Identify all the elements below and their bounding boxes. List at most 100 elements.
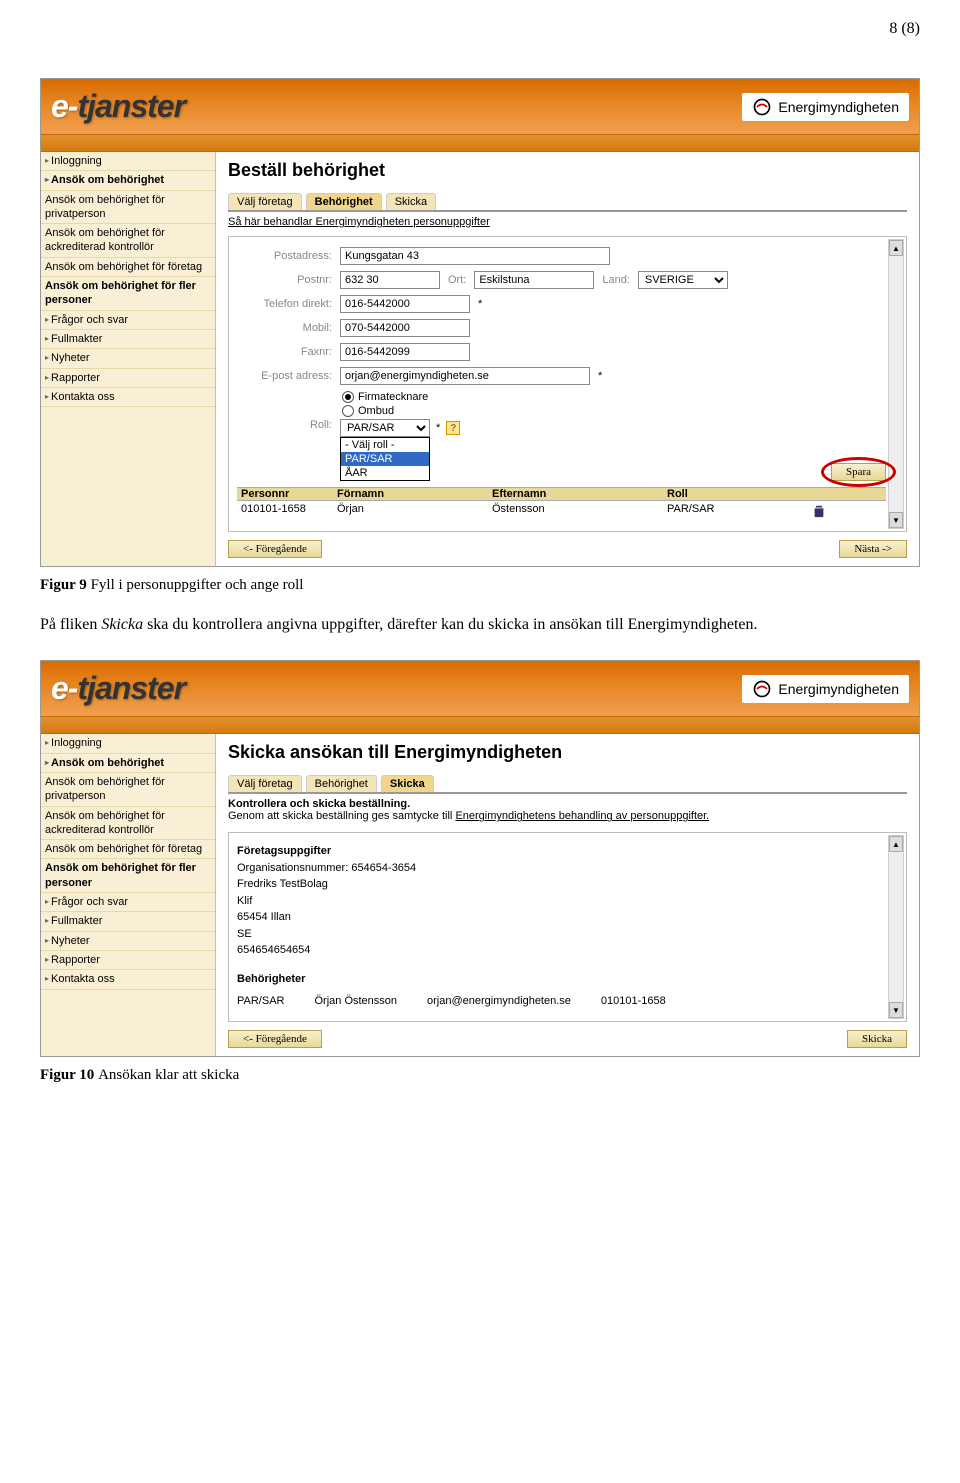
sidebar-item-nyheter[interactable]: ▸Nyheter [41, 349, 215, 368]
tab-skicka[interactable]: Skicka [381, 775, 434, 792]
trash-icon[interactable] [812, 503, 826, 519]
spara-button[interactable]: Spara [831, 463, 886, 481]
sidebar-item-label: Nyheter [51, 934, 90, 948]
orange-divider [41, 134, 919, 152]
telefon-input[interactable] [340, 295, 470, 313]
summary-panel: ▲ ▼ Företagsuppgifter Organisationsnumme… [228, 832, 907, 1022]
postnr-input[interactable] [340, 271, 440, 289]
sidebar-item-inloggning[interactable]: ▸Inloggning [41, 734, 215, 753]
next-button[interactable]: Nästa -> [839, 540, 907, 558]
logo-prefix: e- [51, 88, 77, 124]
radio-firma[interactable] [342, 391, 354, 403]
sidebar-item-inloggning[interactable]: ▸Inloggning [41, 152, 215, 171]
consent-link[interactable]: Energimyndighetens behandling av personu… [455, 810, 709, 822]
scrollbar[interactable]: ▲ ▼ [888, 239, 904, 529]
roll-dropdown[interactable]: - Välj roll - PAR/SAR ÅAR [340, 437, 430, 481]
nav-buttons: <- Föregående Skicka [228, 1030, 907, 1048]
sidebar-item-foretag[interactable]: Ansök om behörighet för företag [41, 840, 215, 859]
postadress-input[interactable] [340, 247, 610, 265]
scroll-down-icon[interactable]: ▼ [889, 1002, 903, 1018]
agency-name: Energimyndigheten [778, 681, 899, 697]
arrow-icon: ▸ [45, 175, 49, 185]
land-select[interactable]: SVERIGE [638, 271, 728, 289]
sidebar-item-full[interactable]: ▸Fullmakter [41, 912, 215, 931]
arrow-icon: ▸ [45, 897, 49, 907]
sidebar-item-label: Inloggning [51, 154, 102, 168]
scrollbar[interactable]: ▲ ▼ [888, 835, 904, 1019]
tab-skicka[interactable]: Skicka [386, 193, 436, 210]
help-icon[interactable]: ? [446, 421, 460, 435]
prev-button[interactable]: <- Föregående [228, 1030, 322, 1048]
sidebar-item-faq[interactable]: ▸Frågor och svar [41, 893, 215, 912]
body-paragraph: På fliken Skicka ska du kontrollera angi… [40, 614, 920, 636]
sidebar-item-ansok[interactable]: ▸Ansök om behörighet [41, 754, 215, 773]
sidebar-item-fler[interactable]: Ansök om behörighet för fler personer [41, 859, 215, 893]
sidebar-item-privat[interactable]: Ansök om behörighet för privatperson [41, 773, 215, 807]
sidebar-item-label: Ansök om behörighet för fler personer [45, 861, 211, 890]
logo: e-tjanster [51, 88, 185, 125]
scroll-up-icon[interactable]: ▲ [889, 836, 903, 852]
sidebar-item-fler[interactable]: Ansök om behörighet för fler personer [41, 277, 215, 311]
tab-valj-foretag[interactable]: Välj företag [228, 193, 302, 210]
page-title: Beställ behörighet [228, 160, 907, 181]
sidebar-item-nyheter[interactable]: ▸Nyheter [41, 932, 215, 951]
sidebar-item-ansok[interactable]: ▸Ansök om behörighet [41, 171, 215, 190]
sidebar: ▸Inloggning ▸Ansök om behörighet Ansök o… [41, 734, 216, 1056]
th-roll: Roll [667, 488, 812, 500]
epost-label: E-post adress: [237, 370, 332, 382]
sidebar-item-full[interactable]: ▸Fullmakter [41, 330, 215, 349]
orange-divider [41, 716, 919, 734]
logo: e-tjanster [51, 670, 185, 707]
agency-badge: Energimyndigheten [742, 93, 909, 121]
top-banner: e-tjanster Energimyndigheten [41, 79, 919, 134]
tab-behorighet[interactable]: Behörighet [306, 775, 377, 792]
sidebar-item-faq[interactable]: ▸Frågor och svar [41, 311, 215, 330]
sidebar-item-kontakt[interactable]: ▸Kontakta oss [41, 970, 215, 989]
caption-text: Fyll i personuppgifter och ange roll [91, 577, 304, 593]
td-roll: PAR/SAR [667, 503, 812, 519]
tab-valj-foretag[interactable]: Välj företag [228, 775, 302, 792]
radio-ombud-label: Ombud [358, 405, 394, 417]
roll-select[interactable]: PAR/SAR [340, 419, 430, 437]
fax-label: Faxnr: [237, 346, 332, 358]
perm-name: Örjan Östensson [314, 993, 397, 1010]
sidebar-item-label: Kontakta oss [51, 390, 115, 404]
caption-prefix: Figur 9 [40, 577, 91, 593]
th-fornamn: Förnamn [337, 488, 492, 500]
logo-suffix: tjanster [77, 670, 185, 706]
fax-input[interactable] [340, 343, 470, 361]
figure-10-caption: Figur 10 Ansökan klar att skicka [40, 1067, 920, 1084]
perm-row: PAR/SAR Örjan Östensson orjan@energimynd… [237, 993, 886, 1010]
privacy-link[interactable]: Så här behandlar Energimyndigheten perso… [228, 216, 907, 228]
sidebar-item-ackr[interactable]: Ansök om behörighet för ackrediterad kon… [41, 807, 215, 841]
sidebar-item-label: Inloggning [51, 736, 102, 750]
arrow-icon: ▸ [45, 156, 49, 166]
scroll-down-icon[interactable]: ▼ [889, 512, 903, 528]
sidebar-item-label: Ansök om behörighet för privatperson [45, 193, 211, 222]
sidebar-item-kontakt[interactable]: ▸Kontakta oss [41, 388, 215, 407]
sidebar-item-rapport[interactable]: ▸Rapporter [41, 951, 215, 970]
tabs: Välj företag Behörighet Skicka [228, 193, 907, 210]
arrow-icon: ▸ [45, 758, 49, 768]
scroll-up-icon[interactable]: ▲ [889, 240, 903, 256]
sidebar-item-foretag[interactable]: Ansök om behörighet för företag [41, 258, 215, 277]
ort-input[interactable] [474, 271, 594, 289]
sidebar-item-label: Ansök om behörighet för fler personer [45, 279, 211, 308]
arrow-icon: ▸ [45, 738, 49, 748]
sidebar-item-rapport[interactable]: ▸Rapporter [41, 369, 215, 388]
sidebar-item-ackr[interactable]: Ansök om behörighet för ackrediterad kon… [41, 224, 215, 258]
roll-option[interactable]: - Välj roll - [341, 438, 429, 452]
radio-ombud[interactable] [342, 405, 354, 417]
roll-option[interactable]: PAR/SAR [341, 452, 429, 466]
caption-text: Ansökan klar att skicka [98, 1067, 239, 1083]
epost-input[interactable] [340, 367, 590, 385]
required-asterisk: * [436, 422, 440, 434]
sidebar-item-privat[interactable]: Ansök om behörighet för privatperson [41, 191, 215, 225]
roll-option[interactable]: ÅAR [341, 466, 429, 480]
orgnr: Organisationsnummer: 654654-3654 [237, 862, 416, 874]
send-button[interactable]: Skicka [847, 1030, 907, 1048]
prev-button[interactable]: <- Föregående [228, 540, 322, 558]
company-info: Företagsuppgifter Organisationsnummer: 6… [237, 843, 886, 959]
tab-behorighet[interactable]: Behörighet [306, 193, 382, 210]
mobil-input[interactable] [340, 319, 470, 337]
